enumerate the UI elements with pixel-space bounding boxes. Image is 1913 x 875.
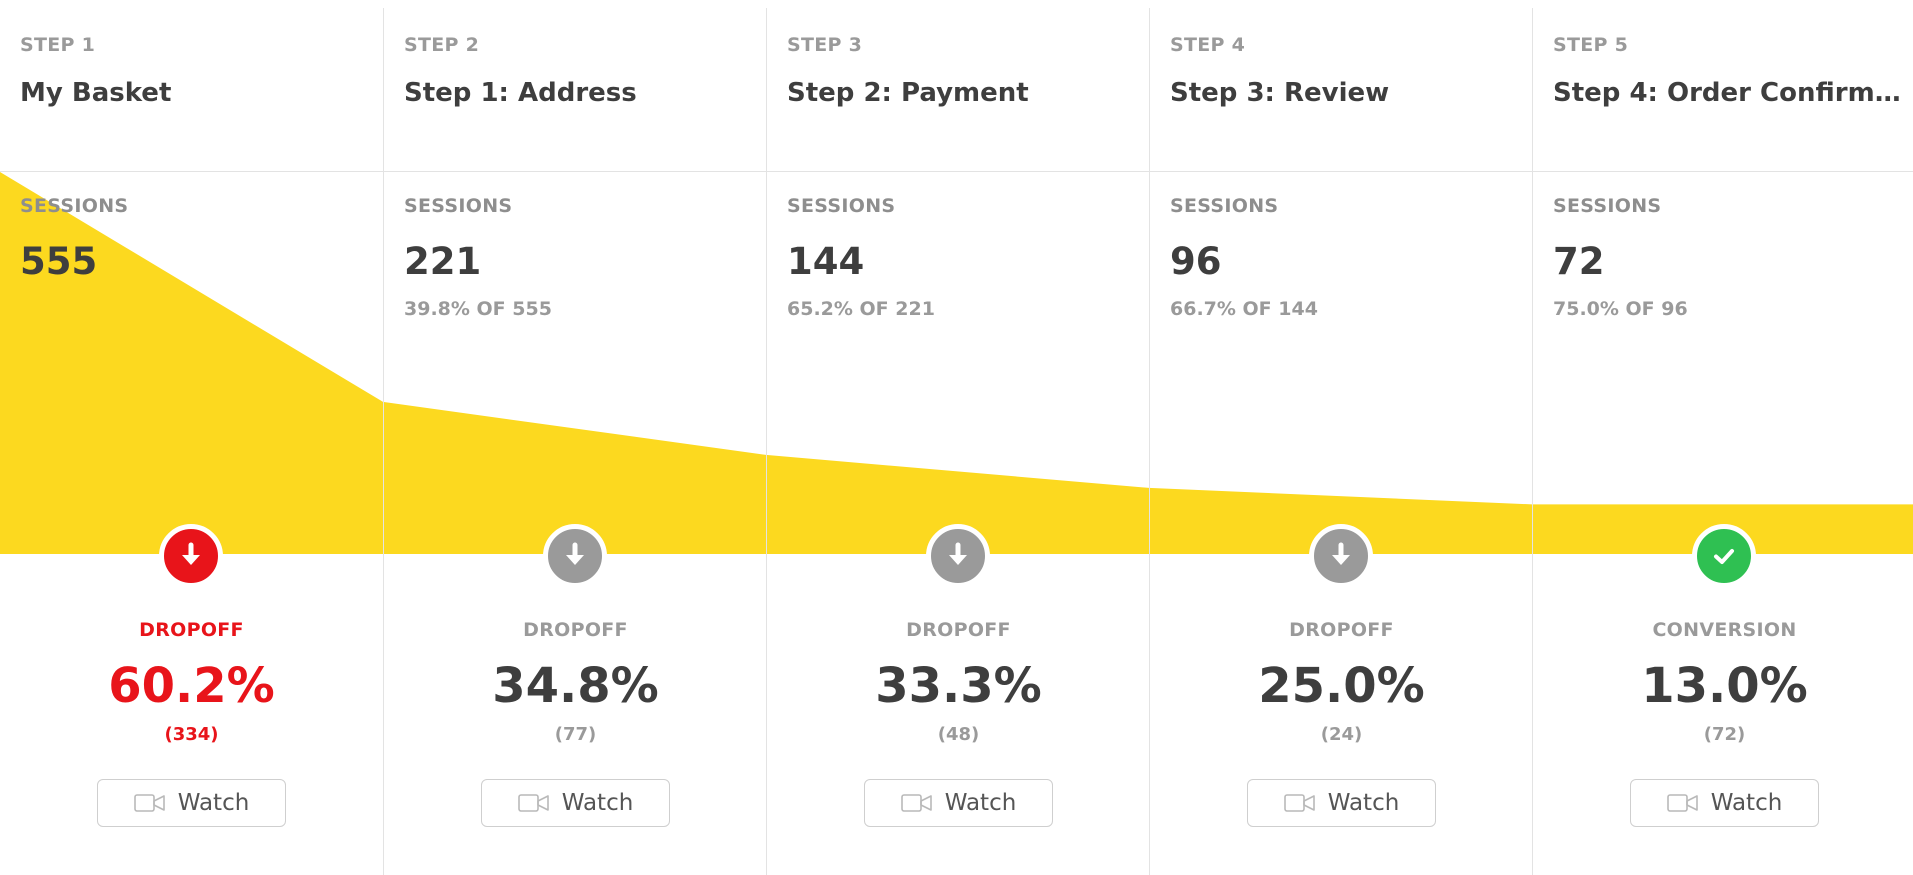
- metric-percent: 25.0%: [1258, 658, 1425, 714]
- step-number: STEP 5: [1553, 34, 1629, 56]
- metric-label: DROPOFF: [906, 619, 1011, 641]
- video-camera-icon: [517, 793, 550, 813]
- metric-label: DROPOFF: [523, 619, 628, 641]
- step-title: Step 2: Payment: [787, 78, 1029, 108]
- watch-button[interactable]: Watch: [97, 779, 286, 827]
- step-status-badge: [1309, 524, 1373, 588]
- metric-count: (72): [1703, 724, 1746, 745]
- metric-label: DROPOFF: [139, 619, 244, 641]
- funnel-report: STEP 1 My Basket SESSIONS 555 DROPOFF 60.2% (3…: [0, 0, 1913, 875]
- arrow-down-icon: [178, 542, 204, 570]
- funnel-step-column: STEP 3 Step 2: Payment SESSIONS 144 65.2% OF…: [766, 8, 1149, 875]
- sessions-label: SESSIONS: [1170, 195, 1279, 217]
- sessions-label: SESSIONS: [1553, 195, 1662, 217]
- step-number: STEP 2: [404, 34, 480, 56]
- sessions-value: 96: [1170, 240, 1222, 283]
- step-title: Step 4: Order Confirmat...: [1553, 78, 1903, 108]
- step-title: Step 1: Address: [404, 78, 637, 108]
- watch-button-label: Watch: [1710, 790, 1783, 816]
- metric-percent: 13.0%: [1641, 658, 1808, 714]
- metric-count: (48): [937, 724, 980, 745]
- step-number: STEP 3: [787, 34, 863, 56]
- watch-button-label: Watch: [944, 790, 1017, 816]
- video-camera-icon: [1666, 793, 1699, 813]
- watch-button-label: Watch: [177, 790, 250, 816]
- step-title: My Basket: [20, 78, 172, 108]
- metric-percent: 33.3%: [875, 658, 1042, 714]
- sessions-label: SESSIONS: [20, 195, 129, 217]
- step-status-badge: [926, 524, 990, 588]
- arrow-down-icon: [1328, 542, 1354, 570]
- step-status-badge: [543, 524, 607, 588]
- watch-button[interactable]: Watch: [1630, 779, 1819, 827]
- sessions-percent-of-previous: 66.7% OF 144: [1170, 298, 1318, 320]
- funnel-step-column: STEP 5 Step 4: Order Confirmat... SESSIONS…: [1532, 8, 1913, 875]
- sessions-label: SESSIONS: [404, 195, 513, 217]
- step-number: STEP 1: [20, 34, 96, 56]
- watch-button[interactable]: Watch: [481, 779, 670, 827]
- sessions-label: SESSIONS: [787, 195, 896, 217]
- sessions-percent-of-previous: 65.2% OF 221: [787, 298, 935, 320]
- step-header: STEP 5 Step 4: Order Confirmat...: [1533, 8, 1913, 172]
- arrow-down-icon: [562, 542, 588, 570]
- metric-count: (334): [164, 724, 219, 745]
- watch-button[interactable]: Watch: [1247, 779, 1436, 827]
- step-header: STEP 4 Step 3: Review: [1150, 8, 1532, 172]
- arrow-down-icon: [945, 542, 971, 570]
- step-header: STEP 2 Step 1: Address: [384, 8, 766, 172]
- metric-percent: 34.8%: [492, 658, 659, 714]
- checkmark-icon: [1711, 543, 1737, 569]
- step-title: Step 3: Review: [1170, 78, 1390, 108]
- metric-label: DROPOFF: [1289, 619, 1394, 641]
- metric-percent: 60.2%: [108, 658, 275, 714]
- metric-label: CONVERSION: [1652, 619, 1797, 641]
- watch-button-label: Watch: [561, 790, 634, 816]
- video-camera-icon: [900, 793, 933, 813]
- metric-count: (77): [554, 724, 597, 745]
- step-number: STEP 4: [1170, 34, 1246, 56]
- video-camera-icon: [133, 793, 166, 813]
- sessions-value: 555: [20, 240, 98, 283]
- metric-count: (24): [1320, 724, 1363, 745]
- step-status-badge: [159, 524, 223, 588]
- step-status-badge: [1692, 524, 1756, 588]
- funnel-step-column: STEP 4 Step 3: Review SESSIONS 96 66.7% OF 1…: [1149, 8, 1532, 875]
- step-header: STEP 1 My Basket: [0, 8, 383, 172]
- sessions-percent-of-previous: 75.0% OF 96: [1553, 298, 1688, 320]
- watch-button[interactable]: Watch: [864, 779, 1053, 827]
- sessions-value: 72: [1553, 240, 1605, 283]
- funnel-step-column: STEP 2 Step 1: Address SESSIONS 221 39.8% OF…: [383, 8, 766, 875]
- sessions-value: 144: [787, 240, 865, 283]
- video-camera-icon: [1283, 793, 1316, 813]
- funnel-step-column: STEP 1 My Basket SESSIONS 555 DROPOFF 60.2% (3…: [0, 8, 383, 875]
- watch-button-label: Watch: [1327, 790, 1400, 816]
- sessions-value: 221: [404, 240, 482, 283]
- step-header: STEP 3 Step 2: Payment: [767, 8, 1149, 172]
- sessions-percent-of-previous: 39.8% OF 555: [404, 298, 552, 320]
